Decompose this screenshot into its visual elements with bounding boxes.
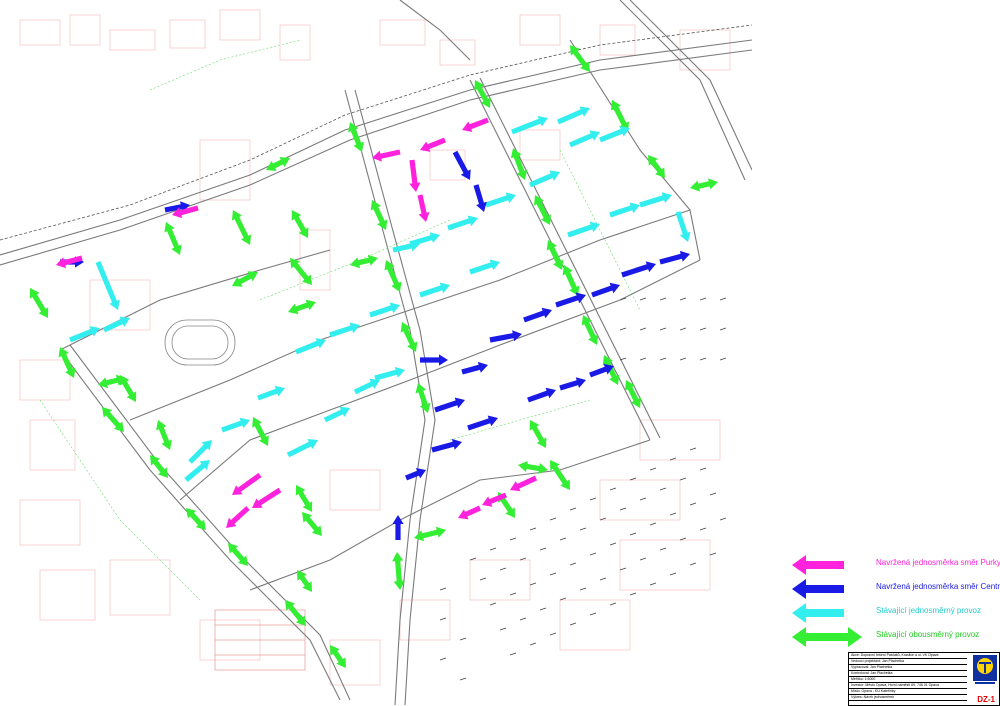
street-map: [0, 0, 752, 705]
legend-item-existing-two-way: Stávající obousměrný provoz: [792, 625, 1000, 649]
arrow-left-icon: [792, 603, 844, 623]
arrow-left-icon: [792, 555, 844, 575]
legend-label: Stávající jednosměrný provoz: [876, 606, 981, 615]
legend-label: Navržená jednosměrka směr Purkyňova: [876, 558, 1000, 567]
arrow-left-icon: [792, 579, 844, 599]
legend-item-existing-one-way: Stávající jednosměrný provoz: [792, 601, 1000, 625]
double-arrow-icon: [792, 627, 862, 647]
legend-item-centrum: Navržená jednosměrka směr Centrum: [792, 577, 1000, 601]
legend-item-purkynova: Navržená jednosměrka směr Purkyňova: [792, 553, 1000, 577]
company-logo-icon: [973, 655, 997, 684]
legend-label: Stávající obousměrný provoz: [876, 630, 980, 639]
title-block: Akce: Dopravní řešení Pasťáků, Kraslice …: [848, 652, 1000, 706]
drawing-code: DZ-1: [977, 695, 995, 705]
title-block-row: Výkres: Návrh jednosměrek: [849, 695, 967, 701]
drawing-sheet: Navržená jednosměrka směr Purkyňova Navr…: [0, 0, 1000, 706]
legend-label: Navržená jednosměrka směr Centrum: [876, 582, 1000, 591]
legend-panel: Navržená jednosměrka směr Purkyňova Navr…: [752, 0, 1000, 705]
